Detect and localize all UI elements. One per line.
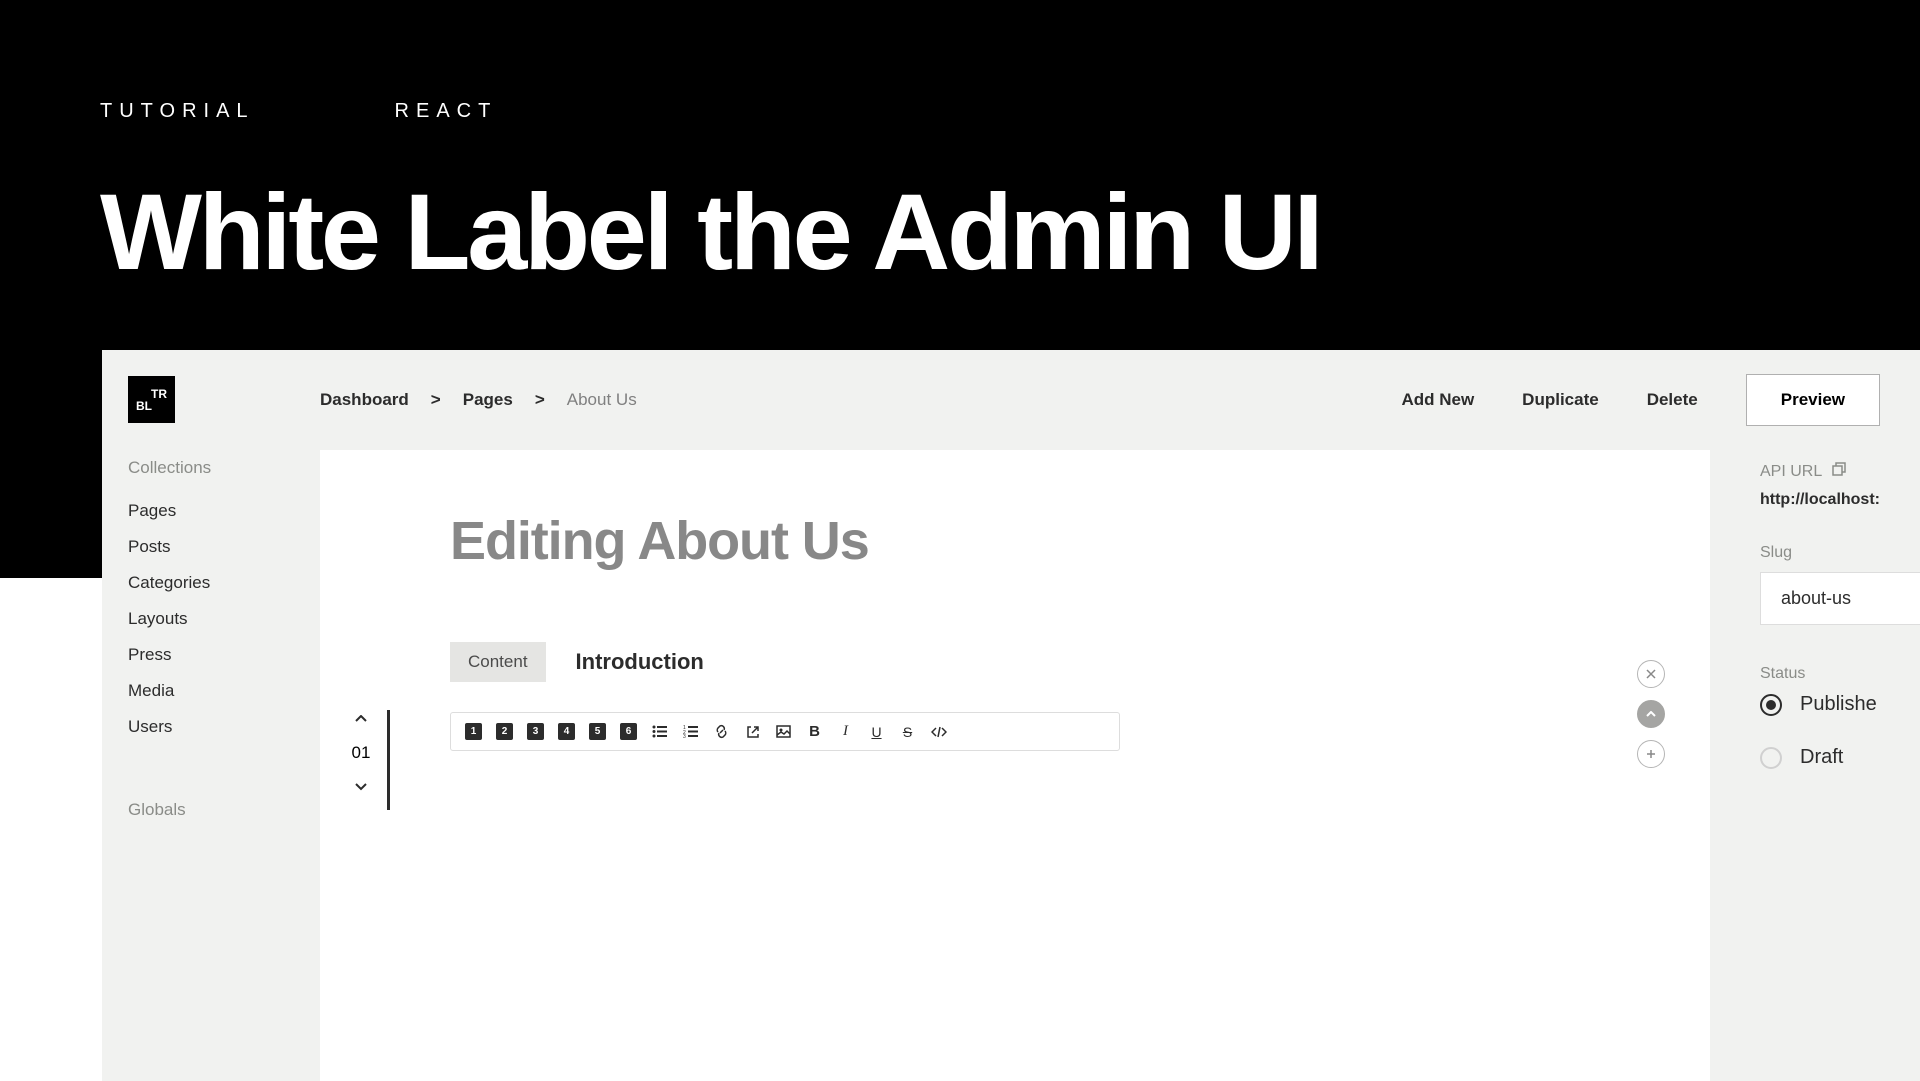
editor-panel: 01 Editing About Us Content Introduction…	[320, 450, 1710, 1081]
tag-tutorial: TUTORIAL	[100, 100, 255, 123]
collapse-block-button[interactable]	[1637, 700, 1665, 728]
chevron-up-icon[interactable]	[355, 710, 367, 728]
breadcrumb-current: About Us	[567, 390, 637, 410]
sidebar-item-layouts[interactable]: Layouts	[128, 601, 294, 637]
numbered-list-icon[interactable]: 123	[682, 723, 699, 740]
logo[interactable]: TR BL	[128, 376, 175, 423]
topbar-actions: Add New Duplicate Delete Preview	[1401, 374, 1920, 426]
heading-3-button[interactable]: 3	[527, 723, 544, 740]
status-draft[interactable]: Draft	[1760, 746, 1920, 769]
tag-react: REACT	[395, 100, 498, 123]
sidebar-item-users[interactable]: Users	[128, 709, 294, 745]
heading-4-button[interactable]: 4	[558, 723, 575, 740]
content-row: 01 Editing About Us Content Introduction…	[320, 450, 1920, 1081]
main-area: Dashboard > Pages > About Us Add New Dup…	[320, 350, 1920, 1081]
delete-button[interactable]: Delete	[1647, 390, 1698, 410]
sidebar-item-pages[interactable]: Pages	[128, 493, 294, 529]
link-icon[interactable]	[713, 723, 730, 740]
status-published-label: Publishe	[1800, 693, 1877, 716]
underline-icon[interactable]: U	[868, 723, 885, 740]
strikethrough-icon[interactable]: S	[899, 723, 916, 740]
duplicate-button[interactable]: Duplicate	[1522, 390, 1599, 410]
editor-title: Editing About Us	[450, 510, 1610, 572]
content-tab[interactable]: Content	[450, 642, 546, 682]
add-block-button[interactable]	[1637, 740, 1665, 768]
block-number: 01	[352, 743, 371, 763]
right-sidebar: API URL http://localhost: Slug about-us …	[1720, 450, 1920, 1081]
slug-label: Slug	[1760, 544, 1920, 562]
image-icon[interactable]	[775, 723, 792, 740]
hero-title: White Label the Admin UI	[100, 178, 1820, 286]
api-url-label: API URL	[1760, 462, 1920, 481]
svg-text:3: 3	[683, 734, 686, 738]
admin-panel: TR BL Collections Pages Posts Categories…	[102, 350, 1920, 1081]
sidebar-item-posts[interactable]: Posts	[128, 529, 294, 565]
editor-inner: Editing About Us Content Introduction 1 …	[450, 510, 1610, 1081]
code-icon[interactable]	[930, 723, 947, 740]
slug-input[interactable]: about-us	[1760, 572, 1920, 625]
logo-line2: BL	[136, 400, 152, 412]
block-label: Introduction	[576, 649, 704, 675]
block-navigator: 01	[360, 710, 390, 810]
breadcrumb-separator: >	[431, 390, 441, 410]
sidebar-item-press[interactable]: Press	[128, 637, 294, 673]
add-new-button[interactable]: Add New	[1401, 390, 1474, 410]
block-header: Content Introduction	[450, 642, 1610, 682]
copy-icon[interactable]	[1832, 462, 1846, 481]
globals-label: Globals	[128, 800, 294, 820]
breadcrumb: Dashboard > Pages > About Us	[320, 390, 637, 410]
sidebar-item-media[interactable]: Media	[128, 673, 294, 709]
status-label: Status	[1760, 665, 1920, 683]
rich-text-toolbar: 1 2 3 4 5 6 123	[450, 712, 1120, 751]
breadcrumb-separator: >	[535, 390, 545, 410]
heading-1-button[interactable]: 1	[465, 723, 482, 740]
status-published[interactable]: Publishe	[1760, 693, 1920, 716]
collections-label: Collections	[128, 458, 294, 478]
logo-line1: TR	[151, 388, 167, 400]
preview-button[interactable]: Preview	[1746, 374, 1880, 426]
hero-section: TUTORIAL REACT White Label the Admin UI	[0, 0, 1920, 350]
heading-6-button[interactable]: 6	[620, 723, 637, 740]
sidebar-item-categories[interactable]: Categories	[128, 565, 294, 601]
breadcrumb-pages[interactable]: Pages	[463, 390, 513, 410]
external-link-icon[interactable]	[744, 723, 761, 740]
topbar: Dashboard > Pages > About Us Add New Dup…	[320, 350, 1920, 450]
chevron-down-icon[interactable]	[355, 778, 367, 796]
api-url-value: http://localhost:	[1760, 491, 1920, 509]
radio-draft-icon	[1760, 747, 1782, 769]
block-controls	[1637, 660, 1665, 768]
heading-2-button[interactable]: 2	[496, 723, 513, 740]
italic-icon[interactable]: I	[837, 723, 854, 740]
breadcrumb-dashboard[interactable]: Dashboard	[320, 390, 409, 410]
radio-published-icon	[1760, 694, 1782, 716]
remove-block-button[interactable]	[1637, 660, 1665, 688]
bold-icon[interactable]: B	[806, 723, 823, 740]
sidebar: TR BL Collections Pages Posts Categories…	[102, 350, 320, 1081]
bullet-list-icon[interactable]	[651, 723, 668, 740]
hero-extension	[0, 350, 102, 578]
status-draft-label: Draft	[1800, 746, 1843, 769]
heading-5-button[interactable]: 5	[589, 723, 606, 740]
